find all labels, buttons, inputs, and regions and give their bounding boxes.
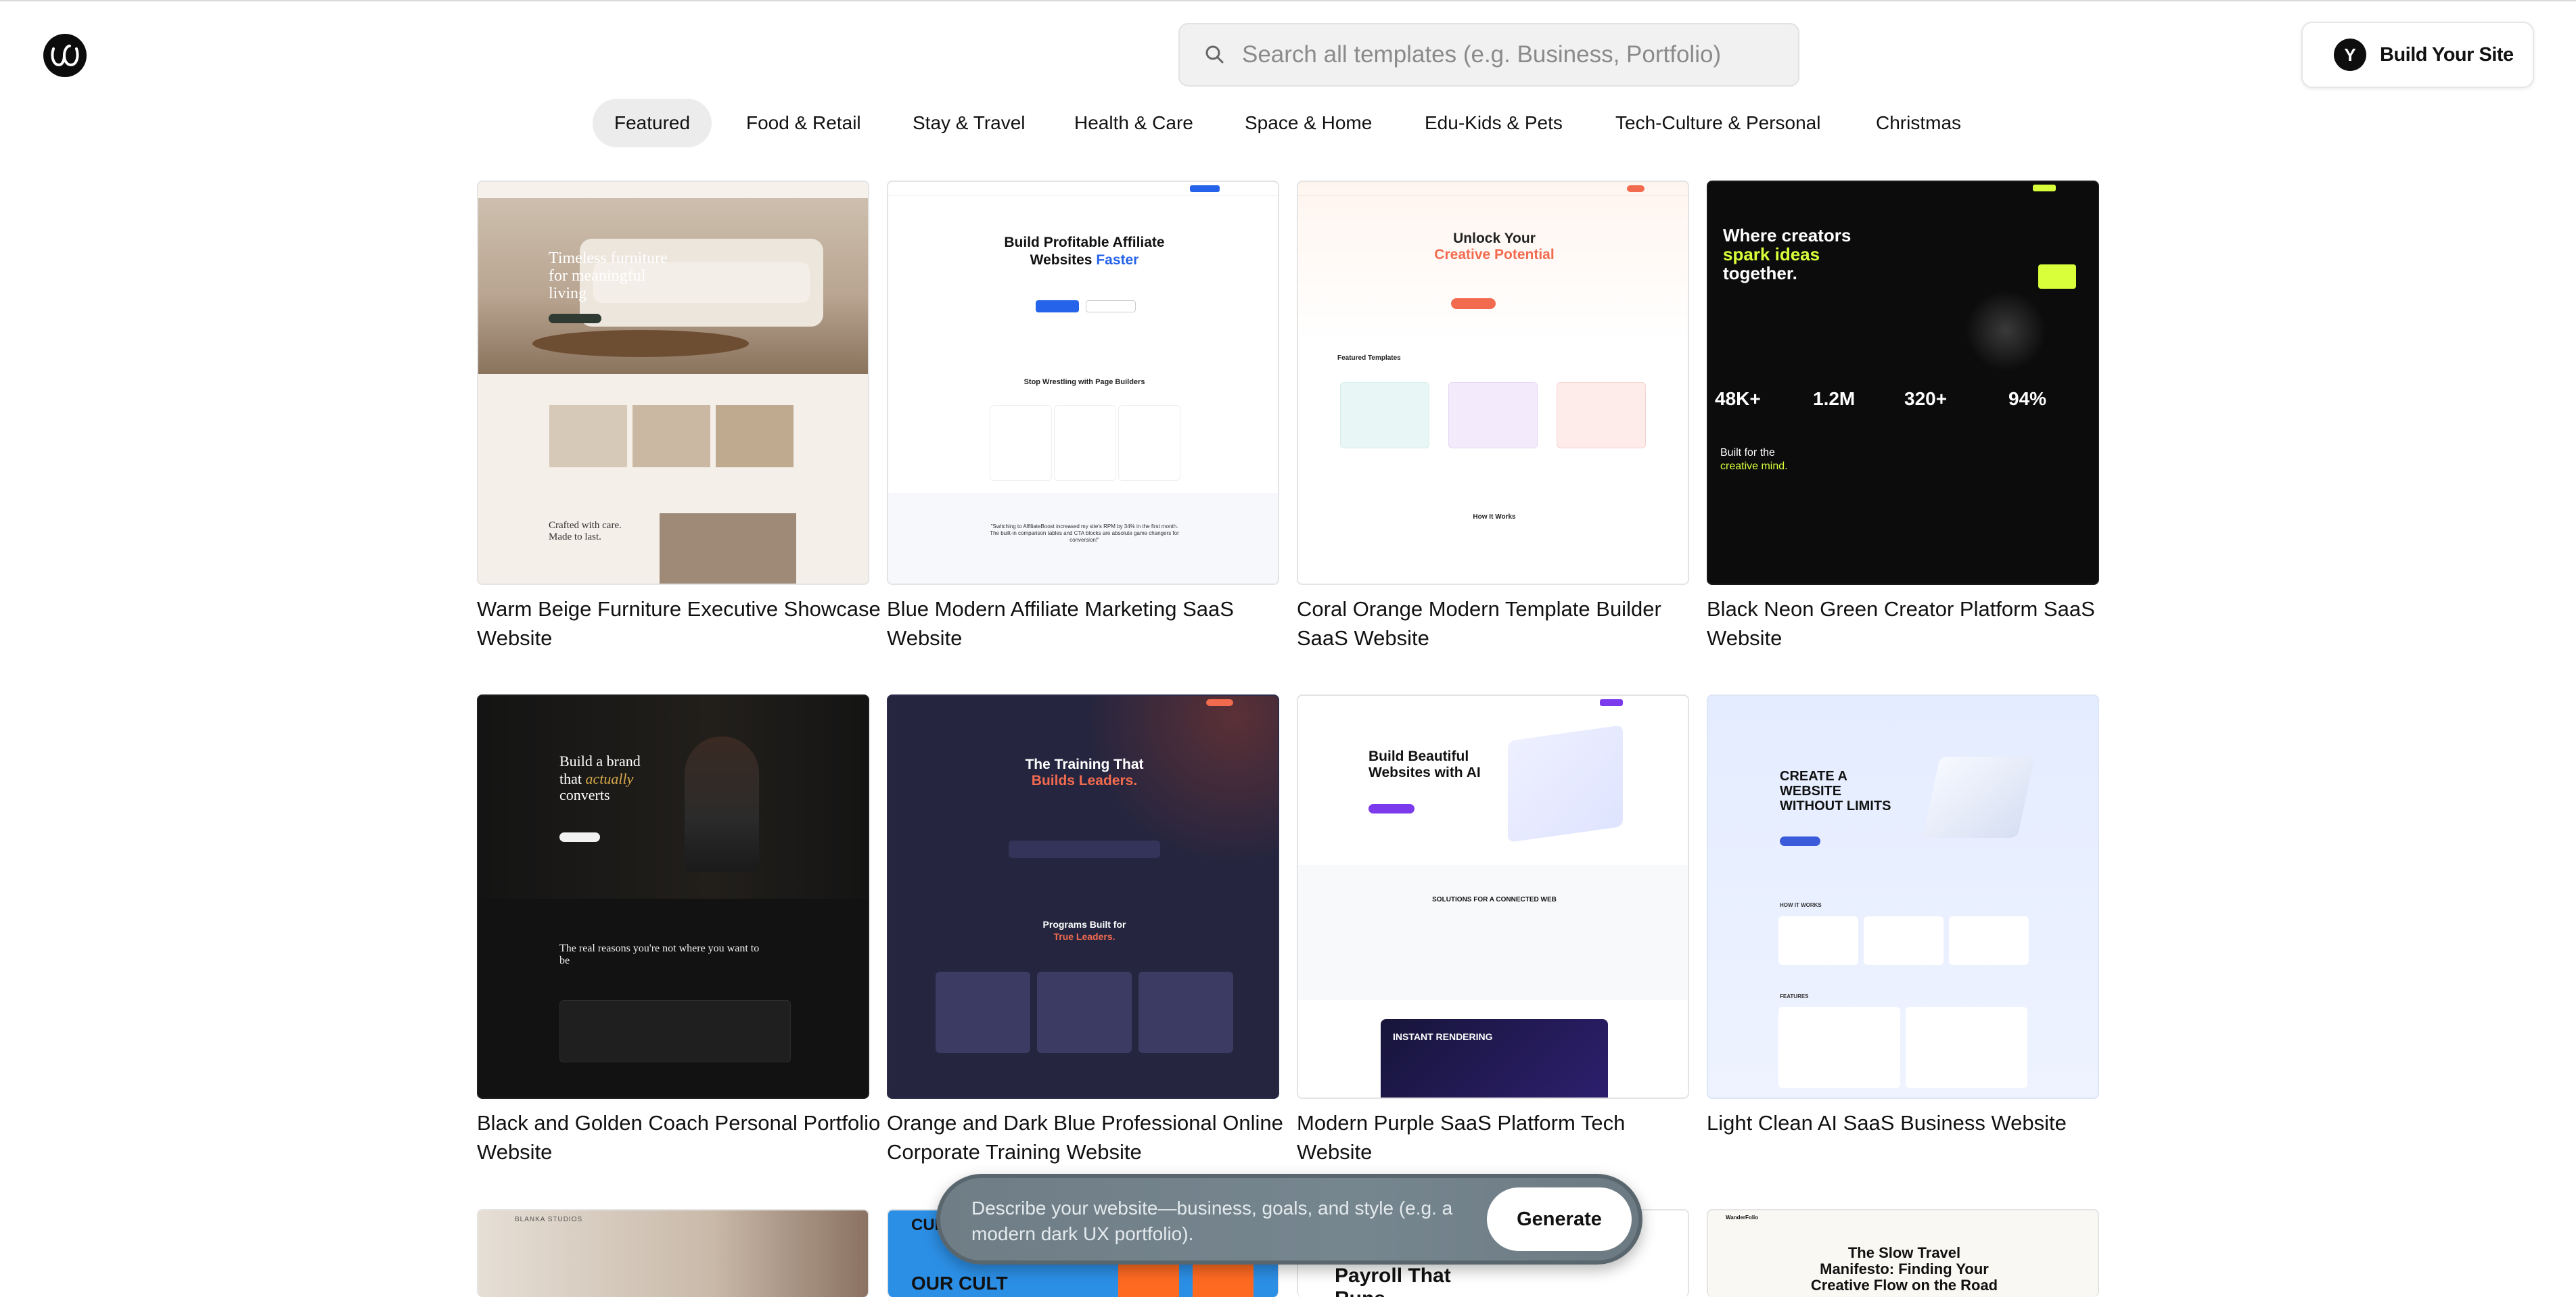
generate-prompt-bar: Generate [936, 1174, 1642, 1265]
tab-space-home[interactable]: Space & Home [1245, 99, 1372, 147]
tab-christmas[interactable]: Christmas [1876, 99, 1961, 147]
thumb-chair-image [660, 513, 796, 584]
thumb-illustration [1923, 757, 2035, 838]
tab-edu-kids-pets[interactable]: Edu-Kids & Pets [1425, 99, 1563, 147]
thumb-headline-2: Runs [1335, 1288, 1385, 1297]
tab-food-retail[interactable]: Food & Retail [746, 99, 861, 147]
thumb-stat: 320+ [1904, 388, 1948, 409]
thumb-headline: CREATE A [1780, 769, 1847, 784]
template-thumbnail[interactable]: The Training That Builds Leaders. Progra… [887, 694, 1279, 1099]
thumb-headline-2: that [559, 770, 582, 787]
thumb-headline-accent: Builds Leaders. [1031, 773, 1138, 788]
search-icon [1203, 43, 1227, 67]
generate-button[interactable]: Generate [1487, 1187, 1632, 1251]
thumb-headline: Unlock Your [1453, 231, 1536, 246]
template-thumbnail[interactable]: BLANKA STUDIOS [477, 1209, 869, 1297]
template-thumbnail[interactable]: Where creators spark ideas together. 48K… [1707, 181, 2099, 585]
thumb-section-title-2: FEATURES [1780, 993, 1809, 999]
thumb-headline-accent: spark ideas [1723, 244, 1820, 264]
thumb-headline: Payroll That [1335, 1265, 1451, 1287]
thumb-hero-image [478, 198, 868, 374]
thumb-nav [478, 182, 868, 199]
template-thumbnail[interactable]: Build a brand that actually converts The… [477, 694, 869, 1099]
thumb-stat: 1.2M [1813, 388, 1856, 409]
thumb-illustration [1508, 725, 1623, 843]
build-your-site-label: Build Your Site [2380, 43, 2514, 66]
thumb-section-text: The real reasons you're not where you wa… [559, 943, 760, 966]
thumb-headline: Build a brand [559, 753, 641, 770]
thumb-headline-accent: actually [585, 770, 634, 787]
thumb-portrait [685, 736, 759, 872]
thumb-headline-2: Manifesto: Finding Your [1820, 1260, 1989, 1277]
thumb-section-accent: True Leaders. [1053, 931, 1116, 942]
build-your-site-button[interactable]: Y Build Your Site [2301, 22, 2534, 88]
template-title[interactable]: Light Clean AI SaaS Business Website [1707, 1108, 2113, 1137]
brand-logo[interactable] [43, 34, 87, 77]
template-title[interactable]: Coral Orange Modern Template Builder Saa… [1297, 594, 1703, 653]
thumb-quote: "Switching to AffiliateBoost increased m… [990, 523, 1179, 543]
thumb-headline: OUR CULT [911, 1273, 1008, 1294]
template-title[interactable]: Black Neon Green Creator Platform SaaS W… [1707, 594, 2113, 653]
thumb-headline: Build Profitable Affiliate [1004, 235, 1165, 250]
thumb-headline-3: together. [1723, 263, 1797, 283]
thumb-headline: The Training That [1025, 757, 1144, 772]
template-title[interactable]: Blue Modern Affiliate Marketing SaaS Web… [887, 594, 1293, 653]
thumb-section-title: Programs Built for [1042, 919, 1126, 930]
template-thumbnail[interactable]: Timeless furniture for meaningful living… [477, 181, 869, 585]
thumb-section-text: Crafted with care. Made to last. [549, 520, 622, 542]
search-input[interactable] [1241, 41, 1757, 69]
thumb-section-text: Built for the [1720, 447, 1775, 458]
category-tabs: Featured Food & Retail Stay & Travel Hea… [0, 99, 2576, 147]
thumb-headline-2: WEBSITE [1780, 784, 1842, 799]
thumb-hero-text: Timeless furniture for meaningful living [549, 250, 668, 302]
thumb-headline-2: Websites with AI [1368, 765, 1481, 780]
template-title[interactable]: Warm Beige Furniture Executive Showcase … [477, 594, 883, 653]
thumb-headline: Build Beautiful [1368, 749, 1469, 764]
thumb-section-title: SOLUTIONS FOR A CONNECTED WEB [1432, 896, 1557, 903]
thumb-headline-3: converts [559, 786, 610, 803]
thumb-headline-3: Creative Flow on the Road [1810, 1277, 1998, 1294]
tab-stay-travel[interactable]: Stay & Travel [913, 99, 1026, 147]
template-thumbnail[interactable]: CREATE A WEBSITE WITHOUT LIMITS HOW IT W… [1707, 694, 2099, 1099]
template-thumbnail[interactable]: Unlock Your Creative Potential Featured … [1297, 181, 1689, 585]
thumb-nav [888, 182, 1278, 196]
thumb-cta [549, 314, 601, 323]
template-title[interactable]: Modern Purple SaaS Platform Tech Website [1297, 1108, 1703, 1166]
tab-featured[interactable]: Featured [593, 99, 712, 147]
thumb-brand: WanderFolio [1726, 1215, 1759, 1221]
thumb-section-title: Featured Templates [1337, 354, 1401, 362]
tab-health-care[interactable]: Health & Care [1074, 99, 1193, 147]
thumb-headline-3: WITHOUT LIMITS [1780, 799, 1891, 813]
website-description-input[interactable] [970, 1194, 1460, 1251]
thumb-headline-2: Websites [1030, 252, 1092, 268]
user-avatar: Y [2334, 39, 2366, 71]
template-thumbnail[interactable]: Build Profitable Affiliate Websites Fast… [887, 181, 1279, 585]
thumb-section-title-2: How It Works [1473, 513, 1516, 521]
thumb-headline: The Slow Travel [1847, 1244, 1961, 1261]
template-search-box[interactable] [1178, 23, 1799, 87]
thumb-brand: BLANKA STUDIOS [515, 1216, 583, 1223]
thumb-stat: 94% [2008, 388, 2047, 409]
template-thumbnail[interactable]: Build Beautiful Websites with AI SOLUTIO… [1297, 694, 1689, 1099]
thumb-section-title: HOW IT WORKS [1780, 902, 1822, 908]
template-title[interactable]: Black and Golden Coach Personal Portfoli… [477, 1108, 883, 1166]
thumb-headline: Where creators [1723, 225, 1852, 245]
thumb-headline-accent: Creative Potential [1434, 247, 1555, 262]
logo-glyph-icon [51, 45, 79, 67]
template-title[interactable]: Orange and Dark Blue Professional Online… [887, 1108, 1293, 1166]
template-thumbnail[interactable]: WanderFolio The Slow Travel Manifesto: F… [1707, 1209, 2099, 1297]
thumb-headline-accent: Faster [1096, 252, 1139, 268]
thumb-section-title-2: INSTANT RENDERING [1393, 1031, 1493, 1042]
thumb-subheading: Stop Wrestling with Page Builders [1024, 378, 1145, 386]
thumb-stat: 48K+ [1715, 388, 1761, 409]
top-border [0, 0, 2576, 1]
tab-tech-culture-personal[interactable]: Tech-Culture & Personal [1615, 99, 1820, 147]
thumb-section-accent: creative mind. [1720, 461, 1788, 472]
